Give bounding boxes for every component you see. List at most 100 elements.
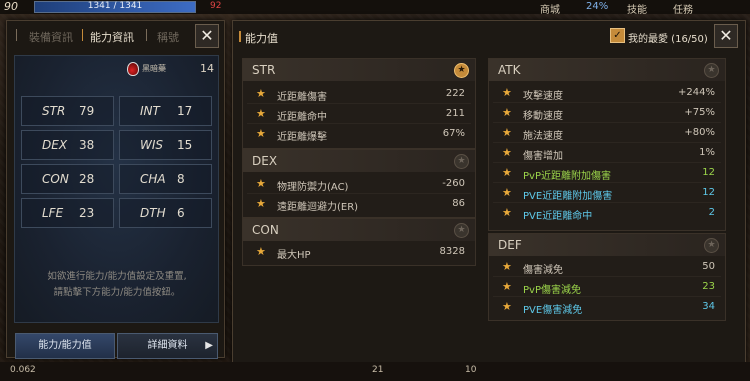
stat-int[interactable]: INT 17 xyxy=(119,96,212,126)
stat-key: INT xyxy=(140,104,160,118)
stat-row: ★ 移動速度 +75% xyxy=(489,103,725,123)
star-icon[interactable]: ★ xyxy=(502,280,512,293)
stat-row-name: 近距離傷害 xyxy=(277,92,327,103)
stat-row: ★ PVE傷害減免 34 xyxy=(489,297,725,317)
stat-row-value: 67% xyxy=(442,128,465,139)
tab-separator xyxy=(82,29,83,41)
star-icon[interactable]: ★ xyxy=(256,245,266,258)
stat-row: ★ 施法速度 +80% xyxy=(489,123,725,143)
stat-value: 28 xyxy=(79,172,95,186)
stat-row-name: 最大HP xyxy=(277,250,311,261)
section-title: DEF xyxy=(498,238,522,252)
info-tabs: 裝備資訊 能力資訊 稱號 ✕ xyxy=(7,21,224,51)
hp-bar: 1341 / 1341 xyxy=(34,1,196,13)
stat-value: 8 xyxy=(177,172,185,186)
stat-row-value: 86 xyxy=(452,198,465,209)
star-icon[interactable]: ★ xyxy=(454,63,469,78)
star-icon[interactable]: ★ xyxy=(454,154,469,169)
star-icon[interactable]: ★ xyxy=(256,177,266,190)
stat-row-name: PVE傷害減免 xyxy=(523,305,583,316)
section-title: DEX xyxy=(252,154,278,168)
stat-row-value: +244% xyxy=(678,87,715,98)
stat-row-name: PVE近距離命中 xyxy=(523,211,593,222)
stat-row-value: 12 xyxy=(702,187,715,198)
stat-row: ★ 近距離傷害 222 xyxy=(243,84,475,104)
top-hud: 90 1341 / 1341 92 商城 24% 技能 任務 xyxy=(0,0,750,16)
panel-title: 能力值 xyxy=(239,31,278,45)
stat-row: ★ 攻擊速度 +244% xyxy=(489,83,725,103)
tab-ability[interactable]: 能力資訊 xyxy=(90,29,134,45)
star-icon[interactable]: ★ xyxy=(502,106,512,119)
bottom-mid-value: 21 xyxy=(372,365,384,375)
stat-row: ★ 近距離爆擊 67% xyxy=(243,124,475,144)
stat-row-name: 施法速度 xyxy=(523,131,563,142)
stat-row-value: +80% xyxy=(684,127,715,138)
menu-shop[interactable]: 商城 xyxy=(540,1,560,16)
stat-row-value: +75% xyxy=(684,107,715,118)
help-note-line1: 如欲進行能力/能力值設定及重置, xyxy=(47,271,187,282)
close-icon[interactable]: ✕ xyxy=(195,24,219,48)
stat-row-name: PvP傷害減免 xyxy=(523,285,581,296)
menu-skill[interactable]: 技能 xyxy=(627,1,647,16)
star-icon[interactable]: ★ xyxy=(502,186,512,199)
star-icon[interactable]: ★ xyxy=(256,87,266,100)
star-icon[interactable]: ★ xyxy=(502,260,512,273)
section-header: ATK ★ xyxy=(489,59,725,81)
stat-wis[interactable]: WIS 15 xyxy=(119,130,212,160)
stat-str[interactable]: STR 79 xyxy=(21,96,114,126)
stat-row-value: 8328 xyxy=(439,246,465,257)
section-title: ATK xyxy=(498,63,521,77)
stat-row-value: 23 xyxy=(702,281,715,292)
stat-key: WIS xyxy=(140,138,164,152)
tab-equipment[interactable]: 裝備資訊 xyxy=(29,29,73,45)
star-icon[interactable]: ★ xyxy=(256,107,266,120)
star-icon[interactable]: ★ xyxy=(256,127,266,140)
star-icon[interactable]: ★ xyxy=(502,126,512,139)
section-header: STR ★ xyxy=(243,59,475,81)
section-def: DEF ★ ★ 傷害減免 50 ★ PvP傷害減免 23 ★ PVE傷害減免 34 xyxy=(488,233,726,321)
character-info-panel: 裝備資訊 能力資訊 稱號 ✕ 黑暗藥 14 STR 79 INT 17 DEX … xyxy=(6,20,225,359)
detail-button[interactable]: 詳細資料 ▶ xyxy=(117,333,218,359)
stat-row-value: 1% xyxy=(699,147,715,158)
stat-row: ★ PvP傷害減免 23 xyxy=(489,277,725,297)
star-icon[interactable]: ★ xyxy=(704,63,719,78)
star-icon[interactable]: ★ xyxy=(502,86,512,99)
star-icon[interactable]: ★ xyxy=(502,206,512,219)
section-title: STR xyxy=(252,63,276,77)
tab-title[interactable]: 稱號 xyxy=(157,29,179,45)
stat-key: CON xyxy=(42,172,69,186)
menu-task[interactable]: 任務 xyxy=(673,1,693,16)
star-icon[interactable]: ★ xyxy=(502,166,512,179)
section-atk: ATK ★ ★ 攻擊速度 +244% ★ 移動速度 +75% ★ 施法速度 +80% ★ 傷害… xyxy=(488,58,726,231)
stat-dth[interactable]: DTH 6 xyxy=(119,198,212,228)
favorites-checkbox-icon[interactable]: ✓ xyxy=(610,28,625,43)
ability-values-panel: 能力值 ✓ 我的最愛 (16/50) ✕ STR ★ ★ 近距離傷害 222 ★ 近距… xyxy=(232,20,746,363)
stat-row-value: 12 xyxy=(702,167,715,178)
hud-number: 92 xyxy=(210,1,222,11)
ability-button[interactable]: 能力/能力值 xyxy=(15,333,115,359)
close-icon[interactable]: ✕ xyxy=(714,24,738,48)
stat-dex[interactable]: DEX 38 xyxy=(21,130,114,160)
stat-value: 23 xyxy=(79,206,95,220)
stat-con[interactable]: CON 28 xyxy=(21,164,114,194)
stat-row-value: 222 xyxy=(445,88,465,99)
stat-value: 15 xyxy=(177,138,193,152)
stat-cha[interactable]: CHA 8 xyxy=(119,164,212,194)
tab-separator xyxy=(16,29,17,41)
star-icon[interactable]: ★ xyxy=(256,197,266,210)
stat-row: ★ 近距離命中 211 xyxy=(243,104,475,124)
stat-value: 38 xyxy=(79,138,95,152)
stat-row-name: 移動速度 xyxy=(523,111,563,122)
star-icon[interactable]: ★ xyxy=(502,300,512,313)
stat-row-name: 近距離命中 xyxy=(277,112,327,123)
stat-row-name: 近距離爆擊 xyxy=(277,132,327,143)
stat-lfe[interactable]: LFE 23 xyxy=(21,198,114,228)
section-con: CON ★ ★ 最大HP 8328 xyxy=(242,218,476,266)
star-icon[interactable]: ★ xyxy=(454,223,469,238)
star-icon[interactable]: ★ xyxy=(704,238,719,253)
stat-row-name: 攻擊速度 xyxy=(523,91,563,102)
section-header: DEF ★ xyxy=(489,234,725,256)
star-icon[interactable]: ★ xyxy=(502,146,512,159)
stat-row-value: 34 xyxy=(702,301,715,312)
stat-row: ★ PvP近距離附加傷害 12 xyxy=(489,163,725,183)
